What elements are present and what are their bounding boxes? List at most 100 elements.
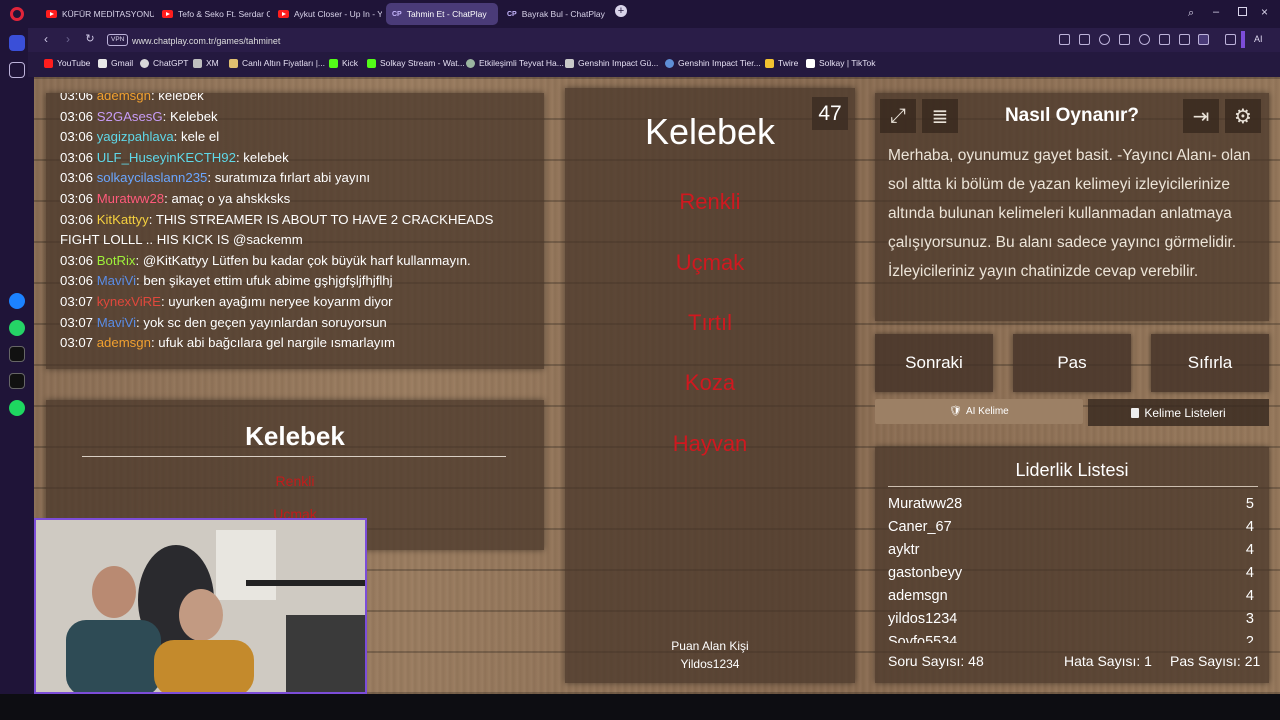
edit-icon[interactable] xyxy=(1059,34,1070,45)
back-icon[interactable]: ‹ xyxy=(38,32,54,46)
chat-username[interactable]: Muratww28 xyxy=(97,191,164,206)
tab-aykut-closer[interactable]: Aykut Closer - Up In - You xyxy=(272,3,382,25)
extensions-icon[interactable] xyxy=(1225,34,1236,45)
play-icon[interactable] xyxy=(1119,34,1130,45)
tab-tefo-seko[interactable]: Tefo & Seko Ft. Serdar Ort xyxy=(156,3,270,25)
gold-price-icon xyxy=(229,58,238,68)
chat-text: ufuk abi bağcılara gel nargile ısmarlayı… xyxy=(158,335,396,351)
chat-message: 03:06 solkaycilaslann235: suratımıza fır… xyxy=(60,168,530,189)
x-twitter-icon[interactable] xyxy=(9,373,25,389)
chat-username[interactable]: BotRix xyxy=(97,253,136,268)
scorer-label: Puan Alan Kişi xyxy=(671,639,749,653)
tab-kufur-meditasyonu[interactable]: KÜFÜR MEDİTASYONU! xyxy=(40,3,154,25)
home-icon[interactable] xyxy=(9,35,25,51)
pass-button[interactable]: Pas xyxy=(1013,334,1131,392)
opera-logo-icon[interactable] xyxy=(10,7,24,21)
chat-message: 03:06 ademsgn: kelebek xyxy=(60,93,530,107)
pass-count-label: Pas Sayısı: xyxy=(1170,653,1241,669)
chat-text: suratımıza fırlart abi yayını xyxy=(214,170,371,186)
chat-message: 03:06 BotRix: @KitKattyy Lütfen bu kadar… xyxy=(60,251,530,272)
forbidden-word: Renkli xyxy=(679,189,741,214)
search-tabs-icon[interactable]: ⌕ xyxy=(1188,7,1194,20)
chat-timestamp: 03:06 xyxy=(60,93,94,103)
bookmark-label: Etkileşimli Teyvat Ha... xyxy=(479,58,564,68)
chat-separator: : xyxy=(135,252,143,268)
bookmarks-bar: YouTube Gmail ChatGPT XM Canlı Altın Fiy… xyxy=(28,52,1280,77)
chat-username[interactable]: MaviVi xyxy=(97,315,136,330)
bookmark-xm[interactable]: XM xyxy=(193,58,219,68)
tiktok-icon[interactable] xyxy=(9,346,25,362)
chat-username[interactable]: kynexViRE xyxy=(97,294,161,309)
bookmark-kick[interactable]: Kick xyxy=(329,58,358,68)
bookmark-solkay-tiktok[interactable]: Solkay | TikTok xyxy=(806,58,876,68)
messenger-icon[interactable] xyxy=(9,293,25,309)
restore-icon[interactable] xyxy=(1238,7,1247,16)
tab-bayrak-bul[interactable]: CP Bayrak Bul - ChatPlay xyxy=(501,3,613,25)
close-window-icon[interactable]: × xyxy=(1261,5,1268,19)
leaderboard-row: Sovfo5534 2 xyxy=(888,631,1258,643)
bookmark-etkilesimli-teyvat[interactable]: Etkileşimli Teyvat Ha... xyxy=(466,58,564,68)
vpn-badge[interactable]: VPN xyxy=(107,34,129,46)
whatsapp-icon[interactable] xyxy=(9,320,25,336)
word-lists-button[interactable]: Kelime Listeleri xyxy=(1088,399,1269,426)
chat-text: kelebek xyxy=(243,149,289,165)
twire-icon xyxy=(765,58,774,68)
chat-username[interactable]: solkaycilaslann235 xyxy=(97,170,208,185)
chat-separator: : xyxy=(207,170,215,186)
chat-text: kelebek xyxy=(158,93,204,103)
bookmark-youtube[interactable]: YouTube xyxy=(44,58,90,68)
tab-tahmin-et[interactable]: CP Tahmin Et - ChatPlay xyxy=(386,3,498,25)
ai-word-button[interactable]: 🛡 AI Kelime xyxy=(875,399,1083,424)
leaderboard-list[interactable]: Muratww28 5 Caner_67 4 ayktr 4 gastonbeyy 4 … xyxy=(888,493,1258,643)
leaderboard-row: ademsgn 4 xyxy=(888,585,1258,608)
ai-word-label: AI Kelime xyxy=(965,406,1009,417)
player-name: ayktr xyxy=(888,542,920,558)
bookmark-twire[interactable]: Twire xyxy=(765,58,798,68)
chat-username[interactable]: S2GAsesG xyxy=(97,109,163,124)
camera-icon[interactable] xyxy=(1079,34,1090,45)
url-field[interactable]: www.chatplay.com.tr/games/tahminet xyxy=(132,32,1012,49)
chat-username[interactable]: ademsgn xyxy=(97,93,151,103)
heart-icon[interactable] xyxy=(1139,34,1150,45)
genshin-icon xyxy=(565,58,574,68)
minimize-icon[interactable]: – xyxy=(1213,6,1219,18)
bookmark-genshin-gu[interactable]: Genshin Impact Gü... xyxy=(565,58,658,68)
bookmark-solkay-stream[interactable]: Solkay Stream - Wat... xyxy=(367,58,465,68)
sidebar-toggle[interactable] xyxy=(1241,31,1245,48)
forward-icon[interactable]: › xyxy=(60,32,76,46)
streamer-word: Kelebek xyxy=(245,421,345,451)
ai-button[interactable]: AI xyxy=(1254,34,1263,44)
shield-icon[interactable] xyxy=(1099,34,1110,45)
chat-timestamp: 03:06 xyxy=(60,190,94,206)
bookmark-chatgpt[interactable]: ChatGPT xyxy=(140,58,188,68)
tab-title: Aykut Closer - Up In - You xyxy=(294,9,382,19)
download-icon[interactable] xyxy=(1159,34,1170,45)
webcam-image xyxy=(36,520,365,692)
bookmark-label: XM xyxy=(206,58,219,68)
star-icon[interactable] xyxy=(9,62,25,78)
genshin-tier-icon xyxy=(665,58,674,68)
player-name: Sovfo5534 xyxy=(888,634,958,643)
reload-icon[interactable]: ↻ xyxy=(82,32,98,45)
profile-icon[interactable] xyxy=(1198,34,1209,45)
player-score: 5 xyxy=(1245,496,1254,512)
error-count-value: 1 xyxy=(1144,653,1152,669)
forbidden-word: Hayvan xyxy=(672,431,748,456)
reset-button[interactable]: Sıfırla xyxy=(1151,334,1269,392)
chat-username[interactable]: yagizpahlava xyxy=(97,129,174,144)
new-tab-icon[interactable]: + xyxy=(615,5,627,17)
menu-icon[interactable] xyxy=(1179,34,1190,45)
chat-username[interactable]: ULF_HuseyinKECTH92 xyxy=(97,150,236,165)
bookmark-gmail[interactable]: Gmail xyxy=(98,58,133,68)
chat-username[interactable]: KitKattyy xyxy=(97,212,149,227)
spotify-icon[interactable] xyxy=(9,400,25,416)
next-button[interactable]: Sonraki xyxy=(875,334,993,392)
bookmark-genshin-tier[interactable]: Genshin Impact Tier... xyxy=(665,58,761,68)
chat-username[interactable]: MaviVi xyxy=(97,273,136,288)
chat-username[interactable]: ademsgn xyxy=(97,335,151,350)
bookmark-canli-altin[interactable]: Canlı Altın Fiyatları |... xyxy=(229,58,325,68)
pass-count: Pas Sayısı: 21 xyxy=(1170,653,1260,669)
chat-message: 03:06 KitKattyy: THIS STREAMER IS ABOUT … xyxy=(60,210,530,251)
kick-icon xyxy=(367,58,376,68)
chat-panel: 03:06 ademsgn: kelebek 03:06 S2GAsesG: Ke… xyxy=(46,93,544,369)
